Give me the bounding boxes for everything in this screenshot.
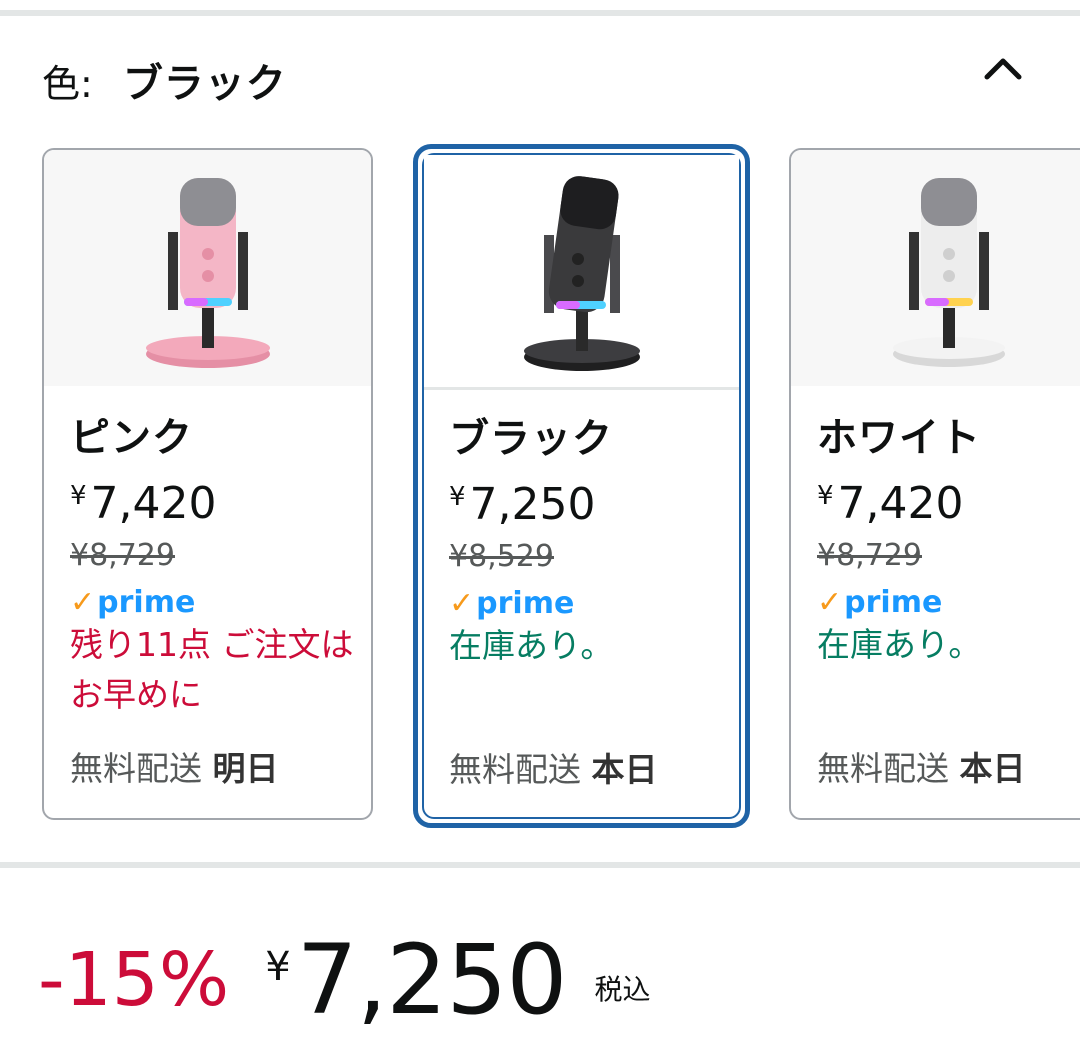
variant-name: ホワイト: [817, 415, 981, 461]
prime-check-icon: ✓: [70, 584, 96, 620]
variant-list-price: ¥8,529: [449, 539, 554, 574]
variant-list-price: ¥8,729: [817, 538, 922, 573]
variant-delivery: 無料配送 本日: [817, 749, 1026, 788]
variant-card-black[interactable]: ブラック ¥7,250 ¥8,529 ✓ prime 在庫あり。 無料配送 本日: [413, 144, 750, 828]
variant-name: ブラック: [449, 416, 613, 462]
variant-stock-status: 残り11点 ご注文はお早めに: [70, 625, 354, 714]
collapse-button[interactable]: [978, 48, 1028, 88]
microphone-image: [893, 178, 1005, 367]
selected-color-value: ブラック: [122, 61, 287, 107]
discount-percent: -15%: [38, 937, 230, 1023]
variant-image-pink: [44, 150, 371, 386]
variant-image-white: [791, 150, 1080, 386]
variant-stock-status: 在庫あり。: [817, 625, 982, 664]
variant-image-black: [424, 155, 739, 390]
microphone-image: [145, 178, 270, 368]
section-divider: [0, 862, 1080, 868]
variant-stock-status: 在庫あり。: [449, 626, 614, 665]
prime-check-icon: ✓: [817, 584, 843, 620]
variant-list-price: ¥8,729: [70, 538, 175, 573]
prime-badge: ✓ prime: [70, 584, 196, 620]
color-label: 色:: [42, 61, 93, 106]
current-price: 7,250: [296, 924, 568, 1036]
price-summary: -15% ¥ 7,250 税込: [38, 930, 650, 1030]
variant-price: ¥7,250: [449, 479, 596, 530]
variant-name: ピンク: [70, 415, 193, 461]
prime-badge: ✓ prime: [449, 585, 575, 621]
currency-symbol: ¥: [265, 944, 291, 990]
chevron-up-icon: [984, 58, 1022, 80]
variant-delivery: 無料配送 明日: [70, 749, 279, 788]
variant-card-pink[interactable]: ピンク ¥7,420 ¥8,729 ✓ prime 残り11点 ご注文はお早めに …: [42, 148, 373, 820]
prime-badge: ✓ prime: [817, 584, 943, 620]
variant-delivery: 無料配送 本日: [449, 750, 658, 789]
variant-price: ¥7,420: [70, 478, 217, 529]
color-selector-header: 色: ブラック: [42, 50, 287, 110]
variant-card-white[interactable]: ホワイト ¥7,420 ¥8,729 ✓ prime 在庫あり。 無料配送 本日: [789, 148, 1080, 820]
top-divider: [0, 10, 1080, 16]
variant-price: ¥7,420: [817, 478, 964, 529]
tax-included-note: 税込: [594, 973, 651, 1006]
microphone-image: [523, 176, 640, 371]
prime-check-icon: ✓: [449, 585, 475, 621]
